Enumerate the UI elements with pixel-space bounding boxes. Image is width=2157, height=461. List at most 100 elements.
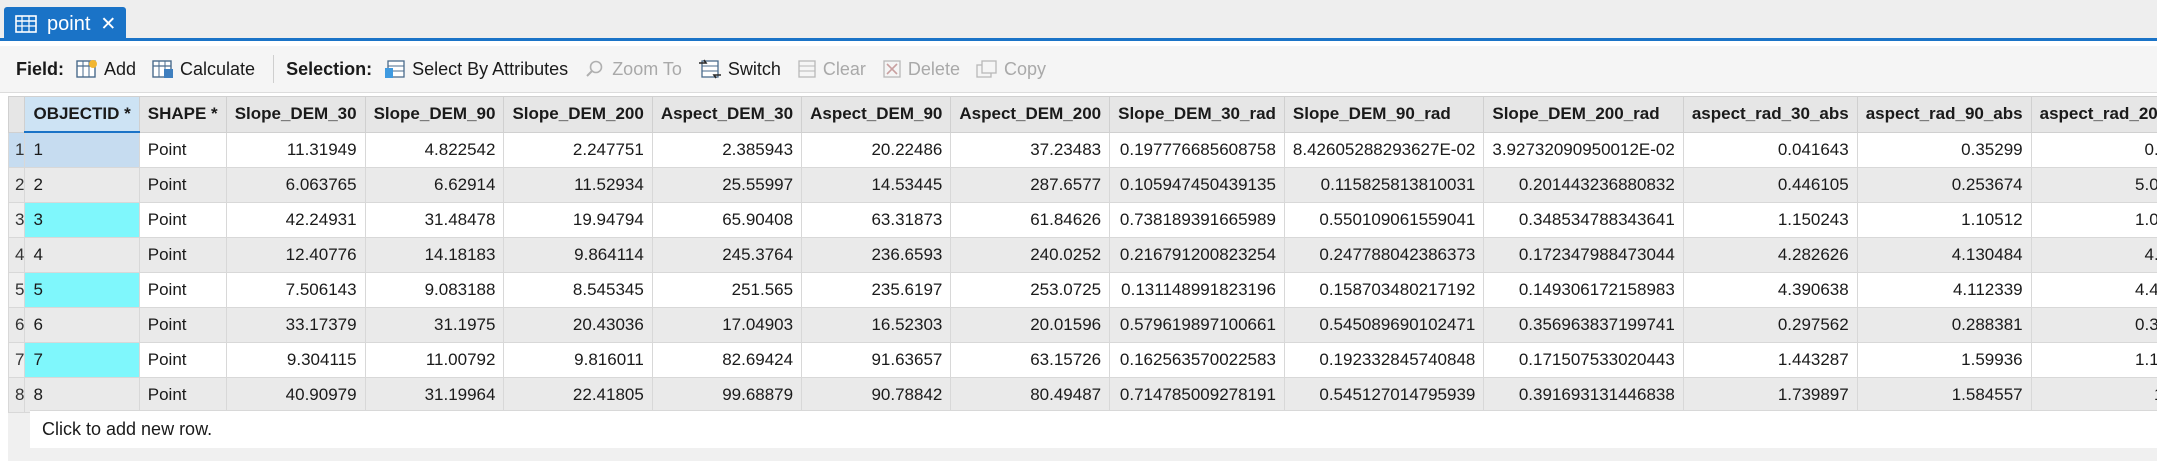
cell-objectid[interactable]: 4 xyxy=(24,237,140,273)
cell-value[interactable]: 0.391693131446838 xyxy=(1483,377,1684,413)
table-row[interactable]: 7 7 Point 9.304115 11.00792 9.816011 82.69424 9… xyxy=(7,342,2157,378)
cell-shape[interactable]: Point xyxy=(138,202,227,238)
cell-value[interactable]: 0.172347988473044 xyxy=(1483,237,1684,273)
add-field-button[interactable]: Add xyxy=(76,59,136,80)
cell-value[interactable]: 0.197776685608758 xyxy=(1109,131,1285,168)
cell-value[interactable]: 6.063765 xyxy=(225,167,366,203)
cell-value[interactable]: 7.506143 xyxy=(225,272,366,308)
cell-shape[interactable]: Point xyxy=(138,237,227,273)
cell-value[interactable]: 22.41805 xyxy=(503,377,653,413)
calculate-field-button[interactable]: Calculate xyxy=(152,59,255,80)
cell-value[interactable]: 0.216791200823254 xyxy=(1109,237,1285,273)
cell-value[interactable]: 4.130484 xyxy=(1856,237,2032,273)
cell-objectid[interactable]: 2 xyxy=(24,167,140,203)
table-row[interactable]: 6 6 Point 33.17379 31.1975 20.43036 17.04903 16… xyxy=(7,307,2157,343)
cell-value[interactable]: 0.64987 xyxy=(2030,131,2157,168)
cell-value[interactable]: 6.62914 xyxy=(364,167,505,203)
cell-value[interactable]: 8.545345 xyxy=(503,272,653,308)
column-header-aspect-rad-200-abs[interactable]: aspect_rad_200_abs xyxy=(2030,96,2157,133)
cell-value[interactable]: 65.90408 xyxy=(651,202,803,238)
cell-value[interactable]: 20.22486 xyxy=(801,131,952,168)
cell-value[interactable]: 0.162563570022583 xyxy=(1109,342,1285,378)
zoom-to-button[interactable]: Zoom To xyxy=(584,59,682,80)
cell-value[interactable]: 14.53445 xyxy=(801,167,952,203)
row-number[interactable]: 5 xyxy=(7,272,26,308)
cell-objectid[interactable]: 7 xyxy=(24,342,140,378)
cell-value[interactable]: 245.3764 xyxy=(651,237,803,273)
cell-value[interactable]: 0.115825813810031 xyxy=(1283,167,1485,203)
select-by-attributes-button[interactable]: Select By Attributes xyxy=(384,58,568,80)
cell-value[interactable]: 12.40776 xyxy=(225,237,366,273)
cell-value[interactable]: 0.738189391665989 xyxy=(1109,202,1285,238)
table-row[interactable]: 1 1 Point 11.31949 4.822542 2.247751 2.385943 2… xyxy=(7,131,2157,168)
cell-value[interactable]: 1.584557 xyxy=(1856,377,2032,413)
column-header-slope-dem-90[interactable]: Slope_DEM_90 xyxy=(364,96,505,133)
cell-value[interactable]: 235.6197 xyxy=(801,272,952,308)
cell-value[interactable]: 0.192332845740848 xyxy=(1283,342,1485,378)
cell-value[interactable]: 0.349344 xyxy=(2030,307,2157,343)
cell-value[interactable]: 11.31949 xyxy=(225,131,366,168)
cell-value[interactable]: 31.48478 xyxy=(364,202,505,238)
delete-selected-button[interactable]: Delete xyxy=(882,59,960,80)
cell-value[interactable]: 80.49487 xyxy=(950,377,1111,413)
cell-objectid[interactable]: 6 xyxy=(24,307,140,343)
cell-value[interactable]: 42.24931 xyxy=(225,202,366,238)
cell-shape[interactable]: Point xyxy=(138,131,227,168)
cell-value[interactable]: 2.385943 xyxy=(651,131,803,168)
cell-value[interactable]: 4.112339 xyxy=(1856,272,2032,308)
column-header-aspect-dem-30[interactable]: Aspect_DEM_30 xyxy=(651,96,803,133)
cell-value[interactable]: 16.52303 xyxy=(801,307,952,343)
cell-value[interactable]: 37.23483 xyxy=(950,131,1111,168)
cell-value[interactable]: 0.545127014795939 xyxy=(1283,377,1485,413)
cell-value[interactable]: 9.864114 xyxy=(503,237,653,273)
row-number[interactable]: 8 xyxy=(7,377,26,413)
cell-value[interactable]: 2.247751 xyxy=(503,131,653,168)
cell-value[interactable]: 0.131148991823196 xyxy=(1109,272,1285,308)
cell-objectid[interactable]: 5 xyxy=(24,272,140,308)
cell-value[interactable]: 1.150243 xyxy=(1682,202,1858,238)
cell-value[interactable]: 4.18923 xyxy=(2030,237,2157,273)
cell-value[interactable]: 11.52934 xyxy=(503,167,653,203)
row-number[interactable]: 1 xyxy=(7,131,26,168)
cell-value[interactable]: 0.149306172158983 xyxy=(1483,272,1684,308)
column-header-slope-dem-200-rad[interactable]: Slope_DEM_200_rad xyxy=(1483,96,1684,133)
cell-objectid[interactable]: 3 xyxy=(24,202,140,238)
column-header-slope-dem-200[interactable]: Slope_DEM_200 xyxy=(503,96,653,133)
cell-value[interactable]: 0.201443236880832 xyxy=(1483,167,1684,203)
column-header-shape[interactable]: SHAPE * xyxy=(138,96,227,133)
cell-shape[interactable]: Point xyxy=(138,307,227,343)
cell-value[interactable]: 1.10512 xyxy=(1856,202,2032,238)
cell-objectid[interactable]: 8 xyxy=(24,377,140,413)
cell-value[interactable]: 0.545089690102471 xyxy=(1283,307,1485,343)
cell-value[interactable]: 240.0252 xyxy=(950,237,1111,273)
cell-value[interactable]: 1.739897 xyxy=(1682,377,1858,413)
row-number[interactable]: 4 xyxy=(7,237,26,273)
column-header-aspect-rad-90-abs[interactable]: aspect_rad_90_abs xyxy=(1856,96,2032,133)
table-row[interactable]: 8 8 Point 40.90979 31.19964 22.41805 99.68879 9… xyxy=(7,377,2157,413)
column-header-aspect-dem-200[interactable]: Aspect_DEM_200 xyxy=(950,96,1111,133)
cell-value[interactable]: 40.90979 xyxy=(225,377,366,413)
cell-value[interactable]: 0.171507533020443 xyxy=(1483,342,1684,378)
cell-value[interactable]: 0.158703480217192 xyxy=(1283,272,1485,308)
cell-value[interactable]: 9.816011 xyxy=(503,342,653,378)
clear-selection-button[interactable]: Clear xyxy=(797,59,866,80)
cell-value[interactable]: 91.63657 xyxy=(801,342,952,378)
cell-value[interactable]: 33.17379 xyxy=(225,307,366,343)
cell-value[interactable]: 1.4049 xyxy=(2030,377,2157,413)
cell-value[interactable]: 0.35299 xyxy=(1856,131,2032,168)
cell-value[interactable]: 63.31873 xyxy=(801,202,952,238)
cell-value[interactable]: 11.00792 xyxy=(364,342,505,378)
cell-value[interactable]: 236.6593 xyxy=(801,237,952,273)
cell-value[interactable]: 0.288381 xyxy=(1856,307,2032,343)
cell-value[interactable]: 31.19964 xyxy=(364,377,505,413)
column-header-slope-dem-30[interactable]: Slope_DEM_30 xyxy=(225,96,366,133)
cell-value[interactable]: 1.079421 xyxy=(2030,202,2157,238)
cell-value[interactable]: 3.92732090950012E-02 xyxy=(1483,131,1684,168)
cell-value[interactable]: 82.69424 xyxy=(651,342,803,378)
cell-value[interactable]: 0.348534788343641 xyxy=(1483,202,1684,238)
cell-value[interactable]: 287.6577 xyxy=(950,167,1111,203)
cell-value[interactable]: 0.247788042386373 xyxy=(1283,237,1485,273)
column-header-aspect-dem-90[interactable]: Aspect_DEM_90 xyxy=(801,96,952,133)
row-number[interactable]: 7 xyxy=(7,342,26,378)
cell-value[interactable]: 19.94794 xyxy=(503,202,653,238)
